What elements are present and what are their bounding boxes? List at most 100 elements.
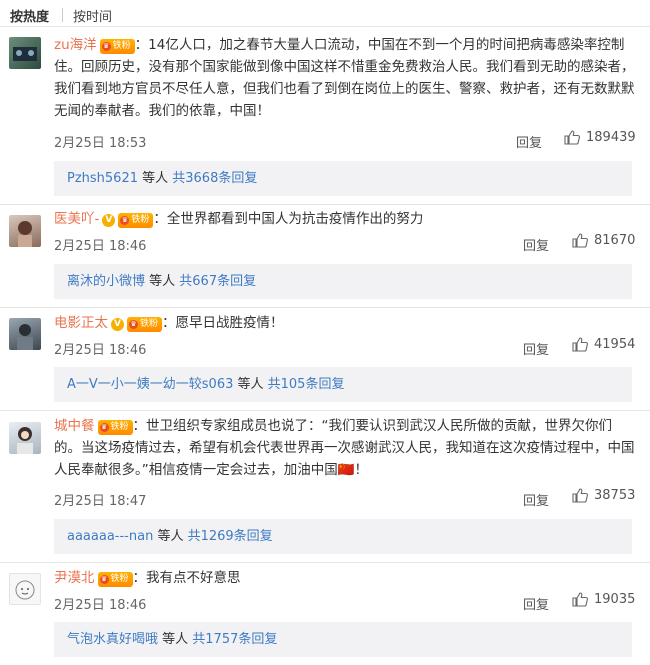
reply-button[interactable]: 回复 <box>523 235 549 254</box>
reply-username[interactable]: 离沐的小微博 <box>67 274 145 289</box>
fan-badge: ♛ 铁粉 <box>97 420 133 435</box>
avatar-image-icon <box>17 427 33 454</box>
fan-badge: ♛ 铁粉 <box>118 213 154 228</box>
divider <box>0 410 650 411</box>
comment-time: 2月25日 18:46 <box>54 598 147 613</box>
comment-body: zu海洋 ♛ 铁粉 ：14亿人口，加之春节大量人口流动，中国在不到一个月的时间把病毒感… <box>54 34 636 122</box>
like-count: 81670 <box>594 233 636 248</box>
sort-separator <box>62 8 63 22</box>
reply-summary[interactable]: 离沐的小微博 等人 共667条回复 <box>54 264 632 299</box>
reply-summary[interactable]: A一V一小一姨一幼一较s063 等人 共105条回复 <box>54 367 632 402</box>
reply-count-link[interactable]: 共1757条回复 <box>192 632 277 647</box>
reply-button[interactable]: 回复 <box>523 490 549 509</box>
reply-username[interactable]: Pzhsh5621 <box>67 171 138 186</box>
avatar[interactable] <box>9 422 41 454</box>
reply-count-link[interactable]: 共105条回复 <box>268 377 345 392</box>
comment-username[interactable]: 城中餐 <box>54 418 95 434</box>
reply-mid-text: 等人 <box>158 632 193 647</box>
fan-badge: ♛ 铁粉 <box>97 572 133 587</box>
divider <box>0 26 650 27</box>
like-count: 38753 <box>594 488 636 503</box>
fan-badge-label: 铁粉 <box>112 41 131 51</box>
comment-text-line: 我们看到地方官员不尽任人意，但我们也看了到倒在岗位上的医生、警察、救护者，还有无… <box>54 81 635 97</box>
divider <box>0 562 650 563</box>
reply-summary[interactable]: Pzhsh5621 等人 共3668条回复 <box>54 161 632 196</box>
reply-count-link[interactable]: 共667条回复 <box>179 274 256 289</box>
comment-text-line: ：愿早日战胜疫情！ <box>162 315 284 331</box>
avatar-image-icon <box>17 324 33 350</box>
comment-time: 2月25日 18:46 <box>54 343 147 358</box>
like-button[interactable]: 38753 <box>572 488 635 503</box>
fan-badge-label: 铁粉 <box>110 422 129 432</box>
fan-badge-label: 铁粉 <box>110 574 129 584</box>
comment-time: 2月25日 18:47 <box>54 494 147 509</box>
comment-meta: 2月25日 18:47 回复 38753 <box>54 488 636 509</box>
reply-username[interactable]: A一V一小一姨一幼一较s063 <box>67 377 233 392</box>
comment-text-line: ：世卫组织专家组成员也说了：“我们要认识到武汉人民所做的贡献，世界欠你们 <box>132 418 613 434</box>
avatar-image-icon <box>15 580 35 600</box>
crown-icon: ♛ <box>101 42 111 51</box>
avatar[interactable] <box>9 573 41 605</box>
comment-text-line: 的。当这场疫情过去，希望有机会代表世界再一次感谢武汉人民，我知道在这次疫情过程中… <box>54 440 635 456</box>
comment-body: 医美吖- V ♛ 铁粉 ：全世界都看到中国人为抗击疫情作出的努力 <box>54 208 636 230</box>
reply-button[interactable]: 回复 <box>523 594 549 613</box>
sort-by-time-tab[interactable]: 按时间 <box>73 6 112 25</box>
verified-icon: V <box>102 214 116 227</box>
reply-mid-text: 等人 <box>233 377 268 392</box>
avatar-image-icon <box>13 47 37 61</box>
comment-time: 2月25日 18:46 <box>54 239 147 254</box>
divider <box>0 307 650 308</box>
comment-username[interactable]: 医美吖- <box>54 211 99 227</box>
avatar[interactable] <box>9 215 41 247</box>
fan-badge-label: 铁粉 <box>140 319 159 329</box>
reply-summary[interactable]: 气泡水真好喝哦 等人 共1757条回复 <box>54 622 632 657</box>
like-button[interactable]: 81670 <box>572 233 635 248</box>
reply-username[interactable]: 气泡水真好喝哦 <box>67 632 158 647</box>
comment-body: 电影正太 V ♛ 铁粉 ：愿早日战胜疫情！ <box>54 312 636 334</box>
comment-meta: 2月25日 18:46 回复 41954 <box>54 337 636 358</box>
comment-time: 2月25日 18:53 <box>54 136 147 151</box>
like-button[interactable]: 19035 <box>572 592 635 607</box>
avatar[interactable] <box>9 318 41 350</box>
comment-text-line: 无闻的奉献者。我们的依靠，中国！ <box>54 103 270 119</box>
crown-icon: ♛ <box>99 423 109 432</box>
reply-username[interactable]: aaaaaa---nan <box>67 529 153 544</box>
divider <box>0 204 650 205</box>
avatar-image-icon <box>18 221 32 247</box>
like-button[interactable]: 189439 <box>564 130 636 145</box>
fan-badge: ♛ 铁粉 <box>99 39 135 54</box>
fan-badge: ♛ 铁粉 <box>127 317 163 332</box>
verified-icon: V <box>111 318 124 331</box>
comment-text-line: ：全世界都看到中国人为抗击疫情作出的努力 <box>153 211 424 227</box>
comment-meta: 2月25日 18:46 回复 81670 <box>54 233 636 254</box>
comment-username[interactable]: zu海洋 <box>54 37 97 53</box>
thumbs-up-icon <box>572 488 588 503</box>
comment-body: 城中餐 ♛ 铁粉 ：世卫组织专家组成员也说了：“我们要认识到武汉人民所做的贡献，世界欠… <box>54 415 636 481</box>
crown-icon: ♛ <box>120 216 130 225</box>
reply-button[interactable]: 回复 <box>523 339 549 358</box>
reply-mid-text: 等人 <box>153 529 188 544</box>
fan-badge-label: 铁粉 <box>131 215 150 225</box>
reply-button[interactable]: 回复 <box>516 132 542 151</box>
reply-mid-text: 等人 <box>138 171 173 186</box>
comment-meta: 2月25日 18:46 回复 19035 <box>54 592 636 613</box>
comment-body: 尹漠北 ♛ 铁粉 ：我有点不好意思 <box>54 567 636 589</box>
crown-icon: ♛ <box>129 320 138 329</box>
crown-icon: ♛ <box>99 575 109 584</box>
comment-text-line: ：我有点不好意思 <box>132 570 241 586</box>
comment-username[interactable]: 尹漠北 <box>54 570 95 586</box>
comment-text-line: ：14亿人口，加之春节大量人口流动，中国在不到一个月的时间把病毒感染率控制 <box>134 37 625 53</box>
like-count: 41954 <box>594 337 636 352</box>
thumbs-up-icon <box>564 130 580 145</box>
reply-summary[interactable]: aaaaaa---nan 等人 共1269条回复 <box>54 519 632 554</box>
reply-count-link[interactable]: 共3668条回复 <box>172 171 257 186</box>
sort-by-hot-tab[interactable]: 按热度 <box>10 6 49 25</box>
comment-username[interactable]: 电影正太 <box>54 315 108 331</box>
thumbs-up-icon <box>572 233 588 248</box>
thumbs-up-icon <box>572 592 588 607</box>
thumbs-up-icon <box>572 337 588 352</box>
reply-count-link[interactable]: 共1269条回复 <box>188 529 273 544</box>
comment-meta: 2月25日 18:53 回复 189439 <box>54 130 636 151</box>
like-button[interactable]: 41954 <box>572 337 635 352</box>
avatar[interactable] <box>9 37 41 69</box>
